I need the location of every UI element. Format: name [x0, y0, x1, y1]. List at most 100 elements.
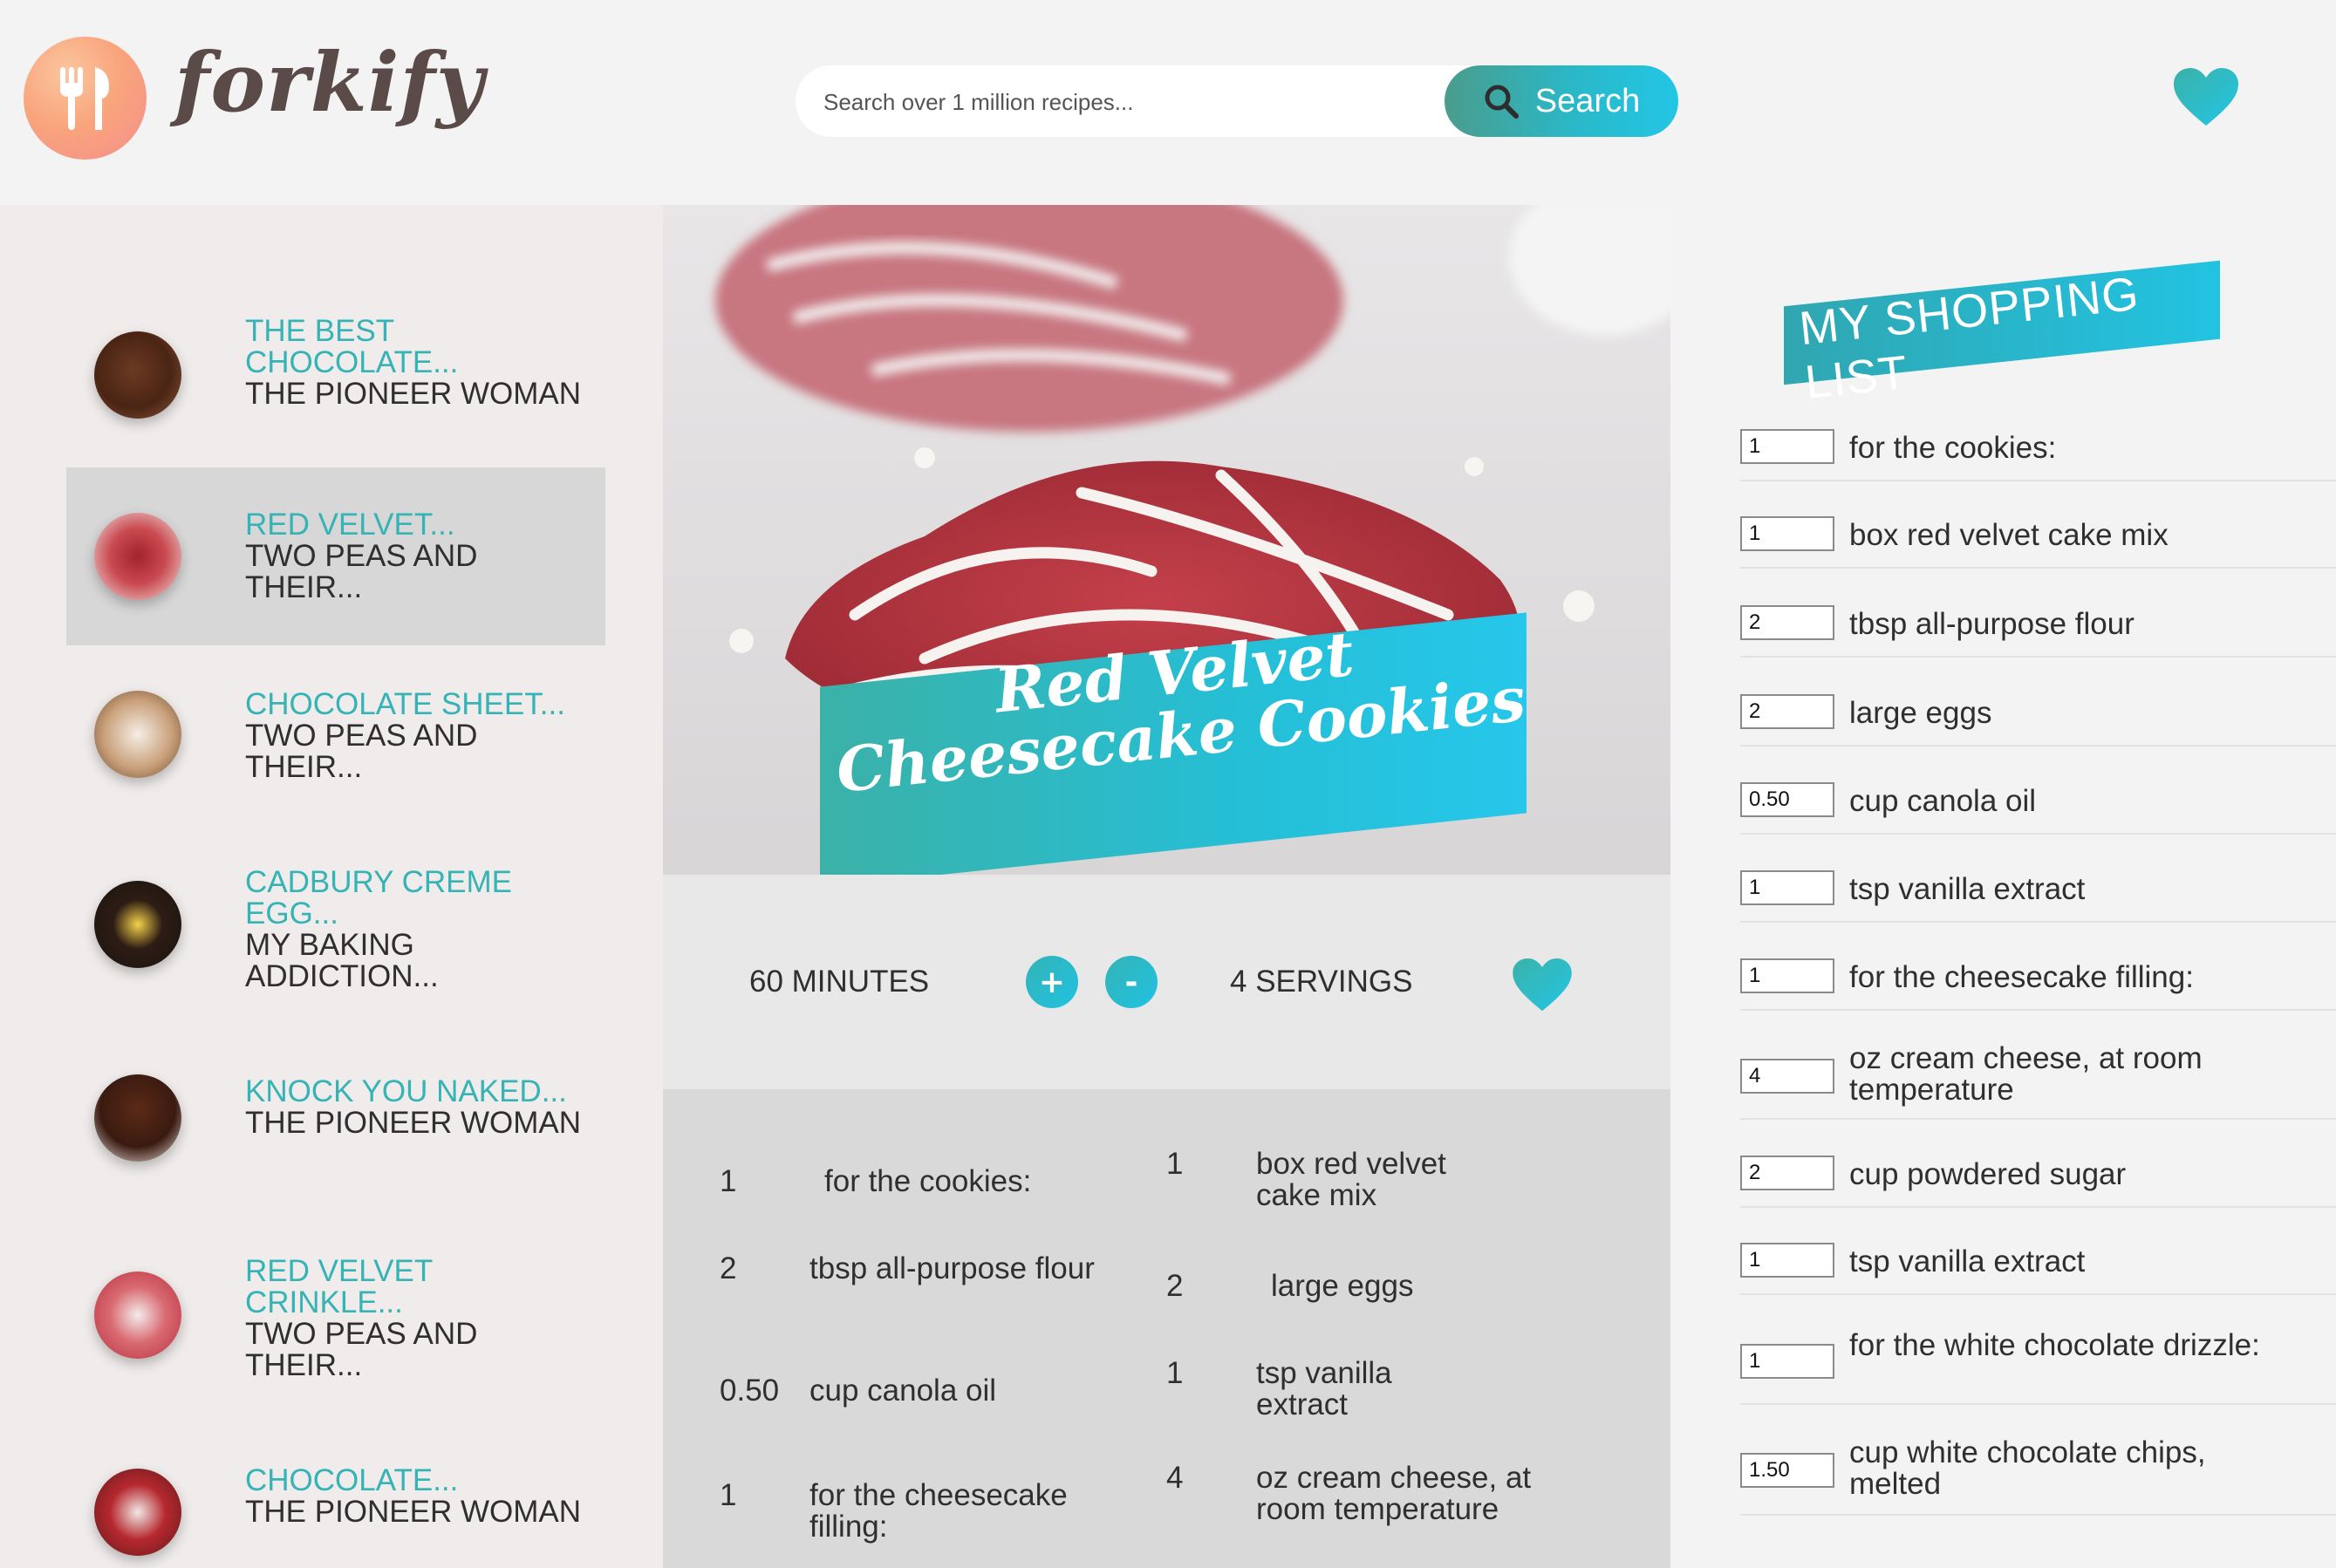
result-publisher: Two peas and their...: [245, 719, 478, 784]
result-thumbnail: [94, 1074, 181, 1162]
result-thumbnail: [94, 513, 181, 600]
result-item[interactable]: The best chocolate... The pioneer woman: [66, 286, 605, 464]
shopping-qty-input[interactable]: [1740, 429, 1834, 464]
result-item-active[interactable]: Red velvet... Two peas and their...: [66, 467, 605, 645]
shopping-item-desc: for the white chocolate drizzle:: [1849, 1328, 2260, 1362]
shopping-item: for the cheesecake filling:: [1740, 948, 2336, 1011]
result-thumbnail: [94, 691, 181, 778]
result-title: Red velvet...: [245, 508, 455, 542]
shopping-qty-input[interactable]: [1740, 605, 1834, 640]
shopping-item-desc: tsp vanilla extract: [1849, 1244, 2086, 1278]
result-item[interactable]: Chocolate sheet... Two peas and their...: [66, 649, 605, 827]
increase-servings-button[interactable]: +: [1026, 956, 1078, 1008]
shopping-qty-input[interactable]: [1740, 1243, 1834, 1278]
result-publisher: The pioneer woman: [245, 377, 582, 411]
shopping-item: box red velvet cake mix: [1740, 506, 2336, 569]
shopping-item-desc: tsp vanilla extract: [1849, 872, 2086, 906]
result-title: Knock you naked...: [245, 1074, 567, 1108]
shopping-list-panel: My shopping list for the cookies: box re…: [1670, 205, 2336, 1568]
recipe-time: 60 minutes: [749, 965, 930, 999]
fork-knife-icon: [60, 67, 109, 130]
shopping-item-desc: cup canola oil: [1849, 784, 2037, 818]
recipe-ingredients: 1 for the cookies: 1 box red velvet cake…: [663, 1089, 1670, 1568]
ingredient-count: 0.50: [720, 1374, 780, 1408]
ingredient-count: 1: [720, 1164, 737, 1198]
shopping-qty-input[interactable]: [1740, 1344, 1834, 1379]
shopping-item: cup canola oil: [1740, 772, 2336, 835]
shopping-qty-input[interactable]: [1740, 870, 1834, 905]
result-title: The best chocolate...: [245, 314, 459, 379]
result-publisher: Two peas and their...: [245, 539, 478, 604]
ingredient-count: 1: [720, 1478, 737, 1512]
shopping-qty-input[interactable]: [1740, 958, 1834, 993]
shopping-item: oz cream cheese, at room temperature: [1740, 1036, 2336, 1120]
result-publisher: Two peas and their...: [245, 1317, 478, 1382]
shopping-item: for the cookies:: [1740, 419, 2336, 481]
shopping-qty-input[interactable]: [1740, 1059, 1834, 1094]
likes-heart-icon[interactable]: [2174, 68, 2238, 127]
ingredient-desc: box red velvet cake mix: [1256, 1147, 1446, 1212]
ingredient-desc: cup canola oil: [809, 1374, 997, 1408]
shopping-item: tbsp all-purpose flour: [1740, 595, 2336, 658]
shopping-item-desc: cup white chocolate chips, melted: [1849, 1435, 2206, 1501]
result-publisher: The pioneer woman: [245, 1495, 582, 1529]
result-thumbnail: [94, 1469, 181, 1556]
result-publisher: The pioneer woman: [245, 1106, 582, 1140]
search-icon: [1485, 85, 1519, 119]
ingredient-desc: tbsp all-purpose flour: [809, 1251, 1095, 1285]
shopping-qty-input[interactable]: [1740, 694, 1834, 729]
result-item[interactable]: Cadbury creme egg... My baking addiction…: [66, 830, 605, 1008]
ingredient-count: 4: [1166, 1461, 1184, 1495]
shopping-list-title: My shopping list: [1796, 267, 2142, 409]
shopping-item-desc: for the cheesecake filling:: [1849, 960, 2194, 994]
result-thumbnail: [94, 1271, 181, 1359]
recipe-image: Red Velvet Cheesecake Cookies: [663, 205, 1670, 875]
recipe-details: 60 minutes + - 4 servings: [663, 875, 1670, 1089]
shopping-qty-input[interactable]: [1740, 1453, 1834, 1488]
result-publisher: My baking addiction...: [245, 928, 439, 993]
like-recipe-heart-icon[interactable]: [1513, 958, 1572, 1012]
recipe-panel: Red Velvet Cheesecake Cookies 60 minutes…: [663, 205, 1670, 1568]
ingredient-desc: for the cookies:: [824, 1164, 1032, 1198]
shopping-item: tsp vanilla extract: [1740, 860, 2336, 923]
ingredient-desc: large eggs: [1271, 1269, 1414, 1303]
result-thumbnail: [94, 881, 181, 968]
shopping-item: tsp vanilla extract: [1740, 1232, 2336, 1295]
result-item[interactable]: Red velvet crinkle... Two peas and their…: [66, 1193, 605, 1381]
result-thumbnail: [94, 331, 181, 419]
recipe-servings: 4 servings: [1230, 965, 1413, 999]
ingredient-count: 2: [720, 1251, 737, 1285]
shopping-qty-input[interactable]: [1740, 1156, 1834, 1190]
search-input[interactable]: [822, 65, 1349, 139]
shopping-item-desc: tbsp all-purpose flour: [1849, 607, 2135, 641]
ingredient-count: 2: [1166, 1269, 1184, 1303]
results-panel: The best chocolate... The pioneer woman …: [0, 205, 663, 1568]
shopping-item: for the white chocolate drizzle:: [1740, 1321, 2336, 1405]
result-item[interactable]: Knock you naked... The pioneer woman: [66, 1012, 605, 1190]
shopping-item: cup powdered sugar: [1740, 1145, 2336, 1208]
search-button[interactable]: Search: [1445, 65, 1678, 137]
ingredient-count: 1: [1166, 1147, 1184, 1181]
ingredient-desc: oz cream cheese, at room temperature: [1256, 1461, 1532, 1526]
search-button-label: Search: [1534, 82, 1641, 119]
shopping-qty-input[interactable]: [1740, 782, 1834, 817]
result-title: Red velvet crinkle...: [245, 1254, 433, 1319]
shopping-qty-input[interactable]: [1740, 516, 1834, 551]
ingredient-desc: tsp vanilla extract: [1256, 1356, 1392, 1421]
shopping-item-desc: box red velvet cake mix: [1849, 518, 2169, 552]
ingredient-count: 1: [1166, 1356, 1184, 1390]
result-title: Chocolate...: [245, 1463, 459, 1497]
shopping-item: cup white chocolate chips, melted: [1740, 1428, 2336, 1516]
decrease-servings-button[interactable]: -: [1105, 956, 1158, 1008]
header: forkify Search: [0, 0, 2336, 205]
result-item[interactable]: Chocolate... The pioneer woman: [66, 1374, 605, 1556]
logo[interactable]: [24, 37, 147, 160]
shopping-item-desc: cup powdered sugar: [1849, 1157, 2127, 1191]
shopping-item: large eggs: [1740, 684, 2336, 747]
result-title: Chocolate sheet...: [245, 687, 565, 721]
shopping-item-desc: large eggs: [1849, 696, 1992, 730]
ingredient-desc: for the cheesecake filling:: [809, 1478, 1068, 1544]
shopping-item-desc: oz cream cheese, at room temperature: [1849, 1041, 2203, 1107]
logo-text: forkify: [174, 35, 485, 131]
result-title: Cadbury creme egg...: [245, 865, 512, 931]
